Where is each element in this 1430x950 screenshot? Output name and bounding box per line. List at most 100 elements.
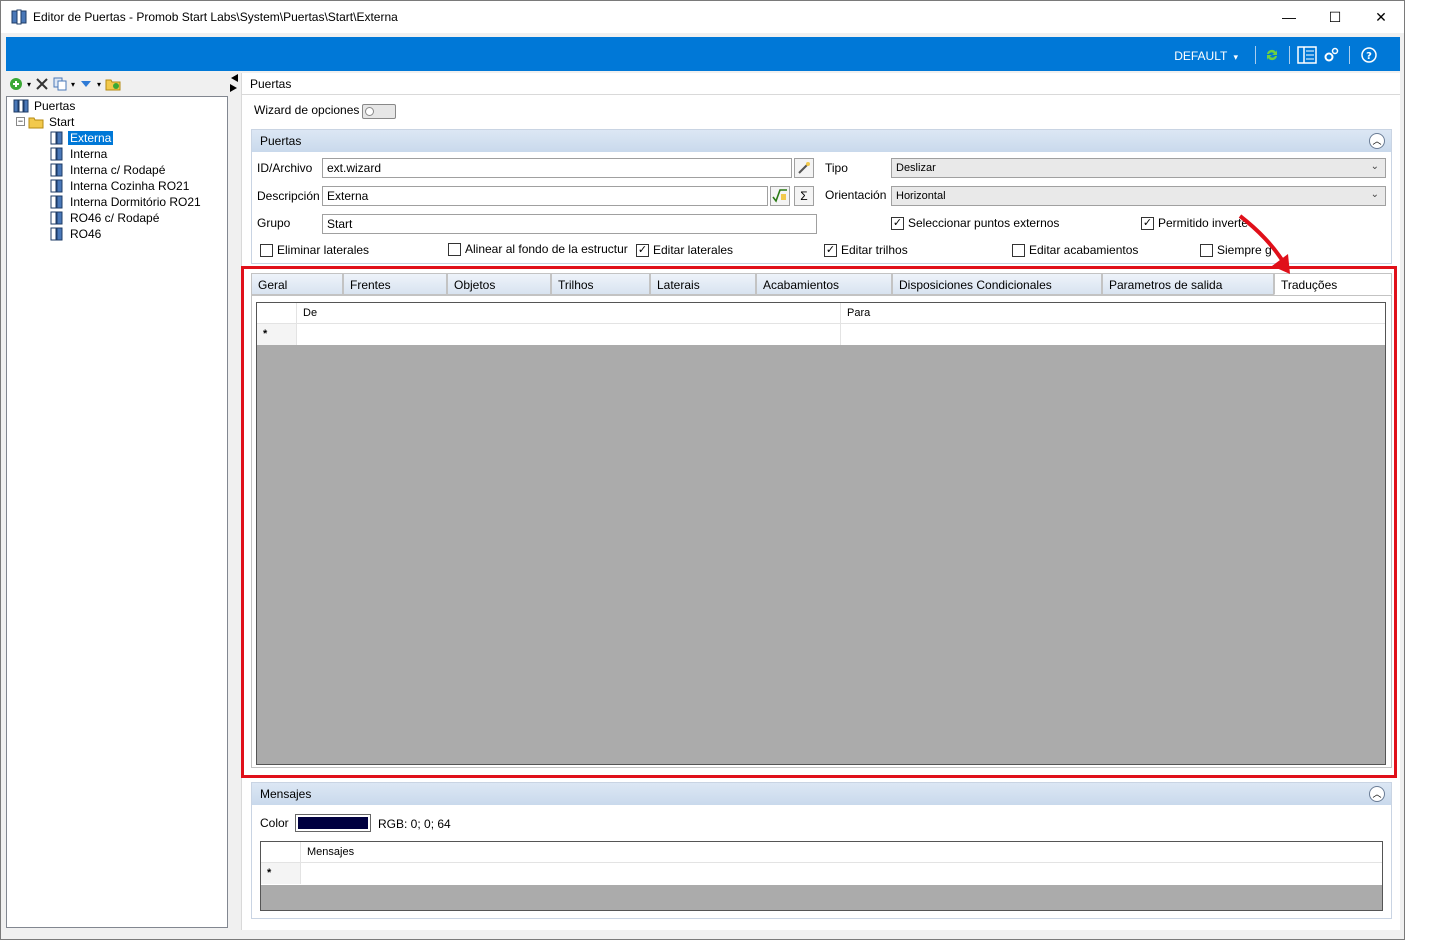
help-icon[interactable]: ?	[1361, 47, 1377, 63]
translations-grid[interactable]: De Para *	[256, 302, 1386, 765]
cell-de[interactable]	[297, 324, 841, 345]
tab-trilhos[interactable]: Trilhos	[551, 273, 650, 295]
puertas-group: Puertas ︿ ID/Archivo ext.wizard Descripc…	[251, 129, 1392, 264]
checkbox-empty-icon	[1012, 243, 1025, 257]
checkbox-label: Alinear al fondo de la estructur	[465, 242, 628, 256]
tipo-value: Deslizar	[896, 162, 936, 174]
door-icon	[50, 163, 63, 176]
chevron-down-icon: ⌄	[1370, 189, 1379, 200]
move-down-icon[interactable]	[79, 77, 93, 91]
delete-icon[interactable]	[35, 77, 49, 91]
group-title: Mensajes	[260, 787, 312, 801]
tab-disposiciones[interactable]: Disposiciones Condicionales	[892, 273, 1102, 295]
new-row[interactable]: *	[257, 324, 1385, 345]
column-header-mensajes[interactable]: Mensajes	[301, 842, 1382, 863]
grid-header-row: Mensajes	[261, 842, 1382, 863]
tipo-select[interactable]: Deslizar ⌄	[891, 158, 1386, 178]
description-field[interactable]: Externa	[322, 186, 768, 206]
orientacion-value: Horizontal	[896, 190, 946, 202]
alinear-fondo-checkbox[interactable]: Alinear al fondo de la estructur	[448, 242, 628, 256]
annotation-arrow-icon	[1238, 214, 1290, 274]
new-row[interactable]: *	[261, 863, 1382, 885]
add-icon[interactable]	[9, 77, 23, 91]
minimize-button[interactable]: —	[1266, 1, 1312, 33]
puertas-group-header: Puertas	[252, 130, 1391, 152]
tree-node-root[interactable]: Puertas	[13, 98, 77, 113]
tree-item-interna[interactable]: Interna	[49, 146, 109, 161]
mensajes-group: Mensajes ︿ Color RGB: 0; 0; 64 Mensajes …	[251, 782, 1392, 919]
wizard-toggle[interactable]	[362, 104, 396, 119]
eliminar-laterales-checkbox[interactable]: Eliminar laterales	[260, 243, 369, 257]
tree-node-label: Puertas	[34, 98, 76, 113]
tree-node-start[interactable]: − Start	[16, 114, 76, 129]
rgb-value: RGB: 0; 0; 64	[378, 817, 451, 831]
copy-icon[interactable]	[53, 77, 67, 91]
tree-item-interna-rodape[interactable]: Interna c/ Rodapé	[49, 162, 167, 177]
tree-item-ro46[interactable]: RO46	[49, 226, 103, 241]
column-header-para[interactable]: Para	[841, 303, 1385, 324]
cell-mensaje[interactable]	[301, 863, 1382, 884]
checkbox-label: Eliminar laterales	[277, 243, 370, 257]
wand-icon	[798, 162, 810, 174]
tree-item-interna-cozinha[interactable]: Interna Cozinha RO21	[49, 178, 191, 193]
new-row-marker: *	[261, 863, 301, 884]
tab-geral[interactable]: Geral	[251, 273, 343, 295]
sum-button[interactable]: Σ	[794, 186, 814, 206]
chevron-down-icon: ▾	[1233, 52, 1238, 62]
checkbox-empty-icon	[1200, 243, 1213, 257]
tree-item-label: Interna	[70, 146, 108, 161]
checkbox-label: Editar laterales	[653, 243, 734, 257]
settings-icon[interactable]	[1323, 47, 1339, 63]
doors-tree[interactable]: Puertas − Start Externa Interna Interna …	[6, 96, 228, 928]
collapse-node-icon[interactable]: −	[16, 117, 25, 126]
grid-header-row: De Para	[257, 303, 1385, 324]
tab-laterais[interactable]: Laterais	[650, 273, 756, 295]
id-field[interactable]: ext.wizard	[322, 158, 792, 178]
door-icon	[50, 179, 63, 192]
editar-trilhos-checkbox[interactable]: ✓ Editar trilhos	[824, 243, 908, 257]
tab-frentes[interactable]: Frentes	[343, 273, 447, 295]
checkmark-icon: ✓	[824, 243, 837, 257]
checkbox-empty-icon	[260, 243, 273, 257]
folder-refresh-icon[interactable]	[105, 77, 121, 91]
checkbox-label: Editar acabamientos	[1029, 243, 1139, 257]
formula-button[interactable]	[770, 186, 790, 206]
checkbox-empty-icon	[448, 242, 461, 256]
copy-dropdown-icon[interactable]: ▾	[71, 80, 75, 89]
title-bar: Editor de Puertas - Promob Start Labs\Sy…	[1, 1, 1404, 33]
mensajes-group-header: Mensajes	[252, 783, 1391, 805]
orientacion-select[interactable]: Horizontal ⌄	[891, 186, 1386, 206]
tab-objetos[interactable]: Objetos	[447, 273, 551, 295]
list-view-icon[interactable]	[1297, 46, 1317, 64]
editar-laterales-checkbox[interactable]: ✓ Editar laterales	[636, 243, 733, 257]
close-button[interactable]: ✕	[1358, 1, 1404, 33]
maximize-button[interactable]: ☐	[1312, 1, 1358, 33]
tipo-label: Tipo	[825, 161, 848, 175]
tab-acabamientos[interactable]: Acabamientos	[756, 273, 892, 295]
id-label: ID/Archivo	[257, 161, 313, 175]
seleccionar-puntos-checkbox[interactable]: ✓ Seleccionar puntos externos	[891, 216, 1059, 230]
profile-label: DEFAULT	[1174, 49, 1228, 63]
add-dropdown-icon[interactable]: ▾	[27, 80, 31, 89]
editar-acabamientos-checkbox[interactable]: Editar acabamientos	[1012, 243, 1138, 257]
refresh-icon[interactable]	[1264, 47, 1280, 63]
splitter-collapse-icon[interactable]	[229, 73, 239, 93]
tree-item-interna-dormitorio[interactable]: Interna Dormitório RO21	[49, 194, 203, 209]
collapse-up-icon[interactable]: ︿	[1369, 786, 1385, 802]
checkmark-icon: ✓	[636, 243, 649, 257]
door-icon	[50, 195, 63, 208]
cell-para[interactable]	[841, 324, 1385, 345]
column-header-de[interactable]: De	[297, 303, 841, 324]
profile-dropdown[interactable]: DEFAULT ▾	[1174, 49, 1238, 63]
browse-file-button[interactable]	[794, 158, 814, 178]
tree-item-label: Externa	[68, 130, 114, 145]
tree-item-ro46-rodape[interactable]: RO46 c/ Rodapé	[49, 210, 161, 225]
grupo-field[interactable]: Start	[322, 214, 817, 234]
door-icon	[50, 227, 63, 240]
door-app-icon	[11, 9, 27, 25]
messages-grid[interactable]: Mensajes *	[260, 841, 1383, 911]
color-swatch[interactable]	[295, 814, 371, 832]
collapse-up-icon[interactable]: ︿	[1369, 133, 1385, 149]
tree-item-externa[interactable]: Externa	[49, 130, 114, 145]
move-dropdown-icon[interactable]: ▾	[97, 80, 101, 89]
